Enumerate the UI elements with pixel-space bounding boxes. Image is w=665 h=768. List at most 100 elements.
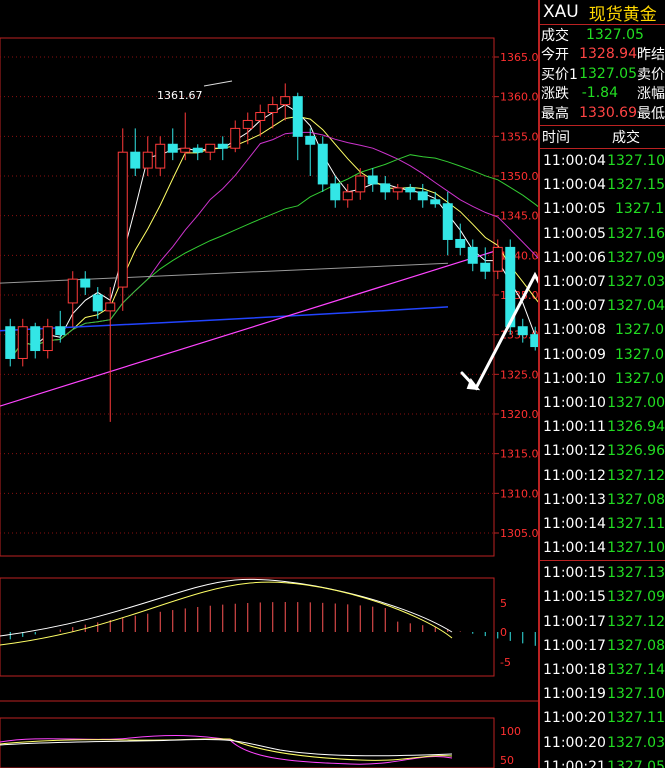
tick-time: 11:00:06 xyxy=(543,249,606,266)
tick-price: 1327.14 xyxy=(607,662,665,679)
candle xyxy=(130,128,141,176)
candle xyxy=(17,318,28,367)
axis-tick-label: 1355.0 xyxy=(500,130,538,143)
candle-body xyxy=(355,175,366,193)
candle xyxy=(380,176,391,200)
candle-body xyxy=(192,147,203,153)
quote-label: 最高 xyxy=(541,105,569,122)
candle-body xyxy=(442,203,453,240)
tick-price: 1327.08 xyxy=(607,637,665,654)
quote-value: 1327.05 xyxy=(586,26,644,43)
candle-body xyxy=(417,191,428,201)
candle-body xyxy=(467,246,478,264)
candle xyxy=(67,271,78,327)
tick-price: 1327.15 xyxy=(607,177,665,194)
tick-price: 1327.03 xyxy=(607,274,665,291)
candle-body xyxy=(305,135,316,145)
indicator1-frame xyxy=(0,577,495,677)
candle xyxy=(80,271,91,295)
candle xyxy=(105,287,116,422)
candle-body xyxy=(205,143,216,153)
tick-time: 11:00:19 xyxy=(543,686,606,703)
price-chart-svg[interactable]: 1365.01360.01355.01350.01345.01340.01335… xyxy=(0,0,538,768)
ma-line-long-grey xyxy=(0,262,449,284)
axis-tick-label: 1325.0 xyxy=(500,368,538,381)
macd-dea-line xyxy=(0,581,453,646)
candle-body xyxy=(55,326,66,336)
tick-time: 11:00:18 xyxy=(543,662,606,679)
tick-row: 11:00:05 1327.16 xyxy=(540,222,665,246)
symbol-header[interactable]: XAU 现货黄金 xyxy=(540,0,665,25)
symbol-code: XAU xyxy=(543,2,579,22)
tick-time: 11:00:04 xyxy=(543,177,606,194)
tick-time: 11:00:07 xyxy=(543,298,606,315)
candle xyxy=(242,112,253,145)
tick-time: 11:00:17 xyxy=(543,637,606,654)
tick-row: 11:00:08 1327.0 xyxy=(540,318,665,342)
tick-list[interactable]: 11:00:04 1327.10 11:00:04 1327.15 11:00:05 13… xyxy=(540,149,665,768)
tick-price: 1327.10 xyxy=(607,153,665,170)
tick-row: 11:00:17 1327.12 xyxy=(540,610,665,634)
quote-box: 成交 1327.05 今开 1328.94 昨结 买价1 1327.05 卖价 涨跌 -1.84 涨… xyxy=(540,24,665,126)
tick-price: 1327.10 xyxy=(607,540,665,557)
tick-time: 11:00:12 xyxy=(543,443,606,460)
quote-row: 涨跌 -1.84 涨幅 xyxy=(540,84,665,104)
tick-time: 11:00:15 xyxy=(543,565,606,582)
tick-price: 1327.0 xyxy=(615,322,664,339)
tick-row: 11:00:13 1327.08 xyxy=(540,488,665,512)
candle xyxy=(442,191,453,256)
candle xyxy=(492,239,503,280)
tick-price: 1327.10 xyxy=(607,686,665,703)
quote-value: -1.84 xyxy=(581,85,618,102)
candle-body xyxy=(342,191,353,201)
candle xyxy=(55,310,66,343)
tick-time: 11:00:11 xyxy=(543,419,606,436)
candle xyxy=(42,318,53,359)
candle-body xyxy=(492,246,503,272)
candle-body xyxy=(42,326,53,352)
high-annotation-leader xyxy=(203,80,233,87)
candle-body xyxy=(267,104,278,114)
quote-value: 1327.05 xyxy=(579,65,637,82)
candle-body xyxy=(67,278,78,304)
candle-body xyxy=(330,183,341,201)
candle-body xyxy=(155,143,166,169)
candle xyxy=(280,83,291,121)
quote-label: 买价1 xyxy=(541,66,578,83)
tick-price: 1326.96 xyxy=(607,443,665,460)
tick-price: 1327.08 xyxy=(607,491,665,508)
candle-body xyxy=(92,294,103,312)
quote-extra-label: 涨幅 xyxy=(637,86,665,103)
tick-row: 11:00:09 1327.0 xyxy=(540,343,665,367)
tick-time: 11:00:10 xyxy=(543,394,606,411)
tick-row: 11:00:15 1327.09 xyxy=(540,585,665,609)
price-axis: 1365.01360.01355.01350.01345.01340.01335… xyxy=(494,51,538,540)
quote-label: 成交 xyxy=(541,27,569,44)
ma-line-24 xyxy=(9,154,538,359)
axis-tick-label: 1365.0 xyxy=(500,51,538,64)
quote-value: 1330.69 xyxy=(579,104,637,121)
candle-body xyxy=(480,262,491,272)
candle-body xyxy=(455,238,466,248)
tick-price: 1327.12 xyxy=(607,467,665,484)
tick-price: 1327.04 xyxy=(607,298,665,315)
tick-row: 11:00:15 1327.13 xyxy=(540,561,665,585)
tick-row: 11:00:21 1327.05 xyxy=(540,755,665,768)
macd-indicator: 5 0 -5 xyxy=(0,578,536,669)
quote-value: 1328.94 xyxy=(579,46,637,63)
candle-body xyxy=(292,96,303,137)
candle xyxy=(367,168,378,192)
axis-tick-label: 1360.0 xyxy=(500,91,538,104)
tick-row: 11:00:18 1327.14 xyxy=(540,658,665,682)
tick-time: 11:00:08 xyxy=(543,322,606,339)
candle-body xyxy=(142,151,153,169)
tick-time: 11:00:12 xyxy=(543,467,606,484)
tick-row: 11:00:14 1327.10 xyxy=(540,536,665,562)
candlestick-chart-area[interactable]: 1365.0 1360.0 1355.0 1350.0 1345.0 1340.0 1335… xyxy=(0,0,538,768)
tick-row: 11:00:07 1327.03 xyxy=(540,270,665,294)
tick-price: 1327.12 xyxy=(607,613,665,630)
candle-body xyxy=(517,326,528,336)
tick-time: 11:00:05 xyxy=(543,201,606,218)
tick-price: 1327.05 xyxy=(607,758,665,768)
candle-body xyxy=(405,187,416,193)
